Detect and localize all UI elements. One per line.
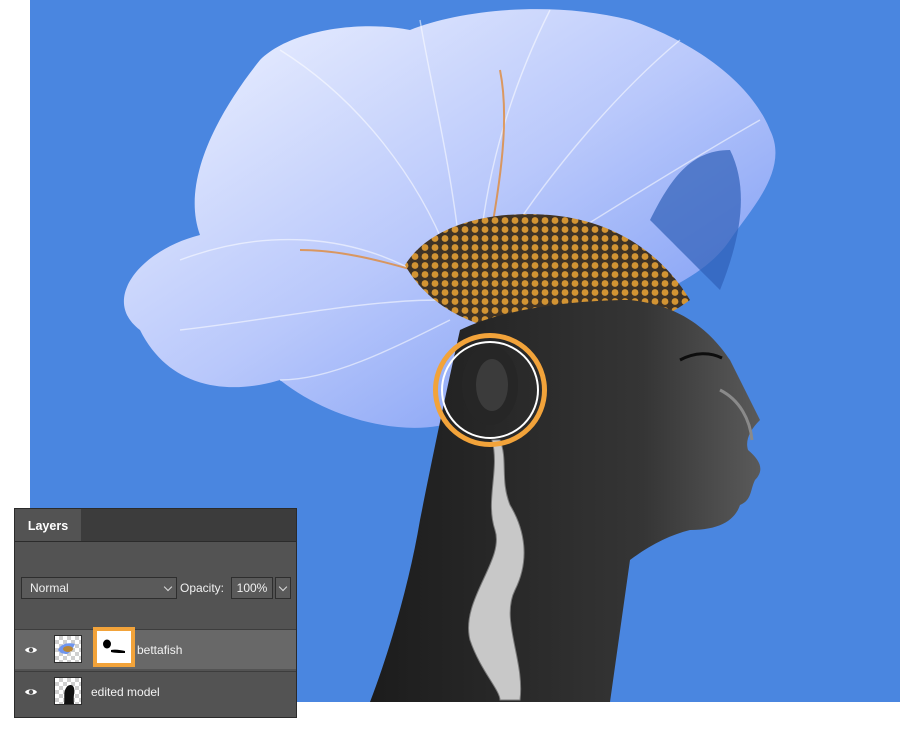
layer-name[interactable]: edited model <box>91 672 160 712</box>
ear-highlight-ring <box>433 333 547 447</box>
blend-mode-value: Normal <box>30 581 69 595</box>
eye-icon[interactable] <box>24 643 38 657</box>
layer-thumbnail[interactable] <box>54 635 82 663</box>
layer-row-bettafish[interactable]: bettafish <box>15 629 296 669</box>
opacity-label: Opacity: <box>180 581 225 595</box>
chevron-down-icon <box>278 582 288 592</box>
opacity-field[interactable]: 100% <box>231 577 273 599</box>
blend-mode-select[interactable]: Normal <box>21 577 177 599</box>
layer-row-edited-model[interactable]: edited model <box>15 671 296 711</box>
layers-tab[interactable]: Layers <box>15 509 81 541</box>
eye-icon[interactable] <box>24 685 38 699</box>
layer-mask-thumbnail[interactable] <box>93 627 135 667</box>
opacity-dropdown-button[interactable] <box>275 577 291 599</box>
layers-panel: Layers Normal Opacity: 100% bettafish ed… <box>14 508 297 718</box>
chevron-down-icon <box>163 582 173 592</box>
panel-tab-bar: Layers <box>15 509 296 542</box>
layer-name[interactable]: bettafish <box>137 630 182 670</box>
layer-thumbnail[interactable] <box>54 677 82 705</box>
